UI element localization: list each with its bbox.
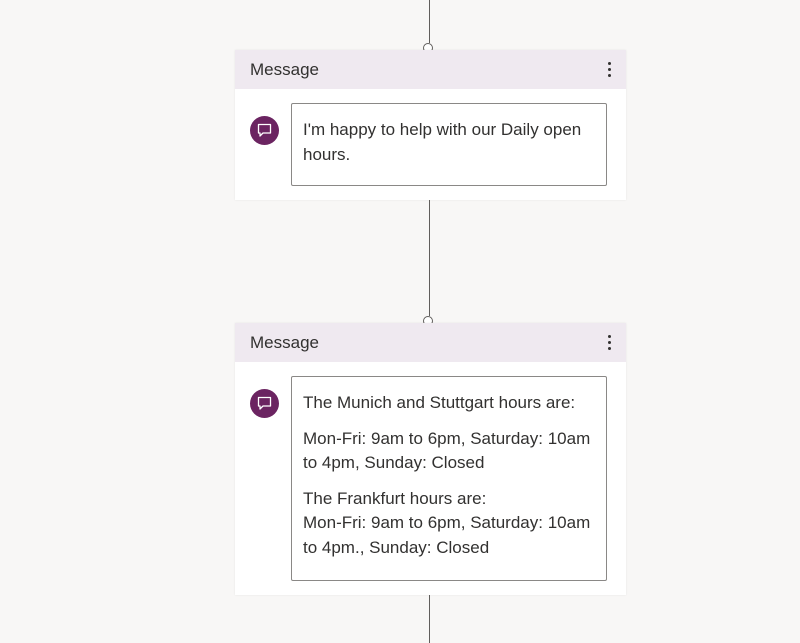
connector-line: [429, 200, 430, 316]
message-paragraph: The Frankfurt hours are: Mon-Fri: 9am to…: [303, 488, 591, 557]
connector-line: [429, 0, 430, 43]
message-paragraph: Mon-Fri: 9am to 6pm, Saturday: 10am to 4…: [303, 428, 591, 473]
chat-bubble-icon: [250, 389, 279, 418]
message-paragraph: The Munich and Stuttgart hours are:: [303, 393, 576, 412]
message-node[interactable]: Message The Munich and Stuttgart hours a…: [235, 323, 626, 595]
more-options-button[interactable]: [602, 332, 616, 352]
more-vertical-icon: [607, 61, 611, 65]
more-options-button[interactable]: [602, 59, 616, 79]
node-title: Message: [250, 333, 319, 352]
message-text-box[interactable]: The Munich and Stuttgart hours are: Mon-…: [291, 376, 607, 581]
message-text-box[interactable]: I'm happy to help with our Daily open ho…: [291, 103, 607, 186]
node-title: Message: [250, 60, 319, 79]
chat-bubble-icon: [250, 116, 279, 145]
more-vertical-icon: [607, 334, 611, 338]
node-header: Message: [235, 50, 626, 89]
node-header: Message: [235, 323, 626, 362]
message-node[interactable]: Message I'm happy to help with our Daily…: [235, 50, 626, 200]
message-text: I'm happy to help with our Daily open ho…: [303, 120, 582, 164]
authoring-canvas: Message I'm happy to help with our Daily…: [0, 0, 800, 643]
connector-line: [429, 595, 430, 643]
